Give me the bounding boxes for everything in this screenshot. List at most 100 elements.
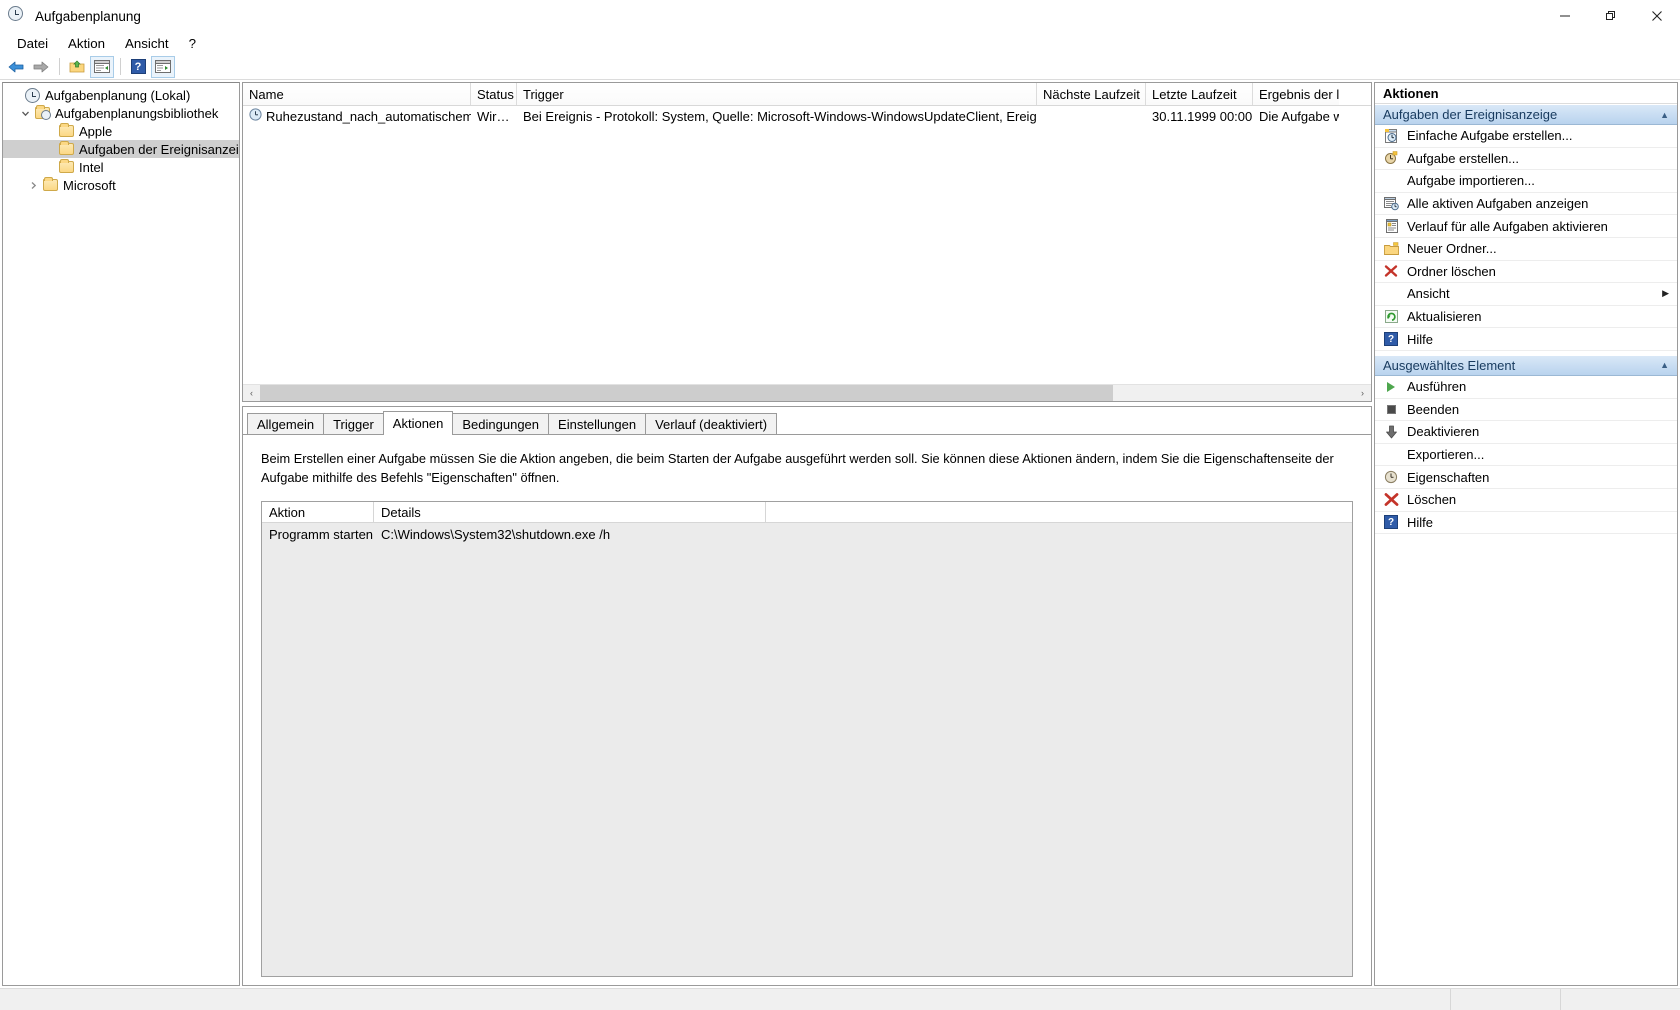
tree-node-microsoft[interactable]: Microsoft	[3, 176, 239, 194]
tree-node-apple[interactable]: Apple	[3, 122, 239, 140]
action-deaktivieren[interactable]: Deaktivieren	[1375, 421, 1677, 444]
scroll-thumb[interactable]	[260, 384, 1114, 401]
actions-table-rows: Programm starten C:\Windows\System32\shu…	[262, 523, 1352, 976]
action-label: Neuer Ordner...	[1407, 241, 1497, 257]
toolbar-separator-2	[120, 58, 121, 75]
action-label: Verlauf für alle Aufgaben aktivieren	[1407, 218, 1608, 234]
tree-node-label: Aufgabenplanung (Lokal)	[45, 87, 191, 103]
show-action-pane-icon[interactable]	[151, 55, 175, 78]
collapse-caret-icon[interactable]: ▲	[1660, 360, 1669, 370]
display-running-tasks-icon	[1381, 195, 1401, 213]
end-icon	[1381, 400, 1401, 418]
action-label: Löschen	[1407, 492, 1457, 508]
action-hilfe-selected[interactable]: ? Hilfe	[1375, 512, 1677, 535]
column-header-status[interactable]: Status	[471, 83, 517, 105]
chevron-right-icon[interactable]	[25, 177, 41, 193]
cell-next-run	[1037, 106, 1146, 126]
column-header-aktion[interactable]: Aktion	[262, 502, 374, 523]
tab-label: Trigger	[333, 416, 374, 432]
tab-trigger[interactable]: Trigger	[323, 413, 384, 434]
tab-aktionen[interactable]: Aktionen	[382, 411, 454, 435]
enable-history-icon	[1381, 217, 1401, 235]
tab-allgemein[interactable]: Allgemein	[247, 413, 325, 434]
actions-pane: Aktionen Aufgaben der Ereignisanzeige ▲	[1374, 82, 1678, 986]
action-label: Deaktivieren	[1407, 424, 1480, 440]
task-scheduler-window: Aufgabenplanung Datei Aktion Ansicht ? ?…	[0, 0, 1680, 1010]
tree-node-aufgaben-der-ereignisanzeige[interactable]: Aufgaben der Ereignisanzeige	[3, 140, 239, 158]
tab-label: Bedingungen	[462, 416, 540, 432]
run-icon	[1381, 378, 1401, 396]
help-icon: ?	[1381, 513, 1401, 531]
scroll-left-arrow-icon[interactable]: ‹	[243, 384, 260, 401]
main-body: Aufgabenplanung (Lokal) Aufgabenplanungs…	[0, 80, 1680, 988]
action-ausfuehren[interactable]: Ausführen	[1375, 376, 1677, 399]
tree-node-intel[interactable]: Intel	[3, 158, 239, 176]
column-header-last-result[interactable]: Ergebnis der let	[1253, 83, 1339, 105]
table-row[interactable]: Ruhezustand_nach_automatischem_Up… Wir… …	[243, 106, 1371, 126]
actions-table: Aktion Details Programm starten C:\Windo…	[261, 501, 1353, 977]
disable-icon	[1381, 423, 1401, 441]
action-ordner-loeschen[interactable]: Ordner löschen	[1375, 261, 1677, 284]
tree-twisty	[7, 87, 23, 103]
task-list-horizontal-scrollbar[interactable]: ‹ ›	[243, 384, 1371, 401]
detail-tabs: Allgemein Trigger Aktionen Bedingungen E…	[243, 411, 1371, 435]
show-console-tree-icon[interactable]	[90, 55, 114, 78]
back-arrow-icon[interactable]	[4, 56, 28, 78]
tab-einstellungen[interactable]: Einstellungen	[548, 413, 647, 434]
scroll-right-arrow-icon[interactable]: ›	[1354, 384, 1371, 401]
menu-aktion[interactable]: Aktion	[58, 34, 115, 53]
tree-twisty	[41, 123, 57, 139]
actions-group-label: Aufgaben der Ereignisanzeige	[1383, 107, 1558, 122]
cell-status: Wir…	[477, 108, 510, 124]
column-header-last-run[interactable]: Letzte Laufzeit	[1146, 83, 1253, 105]
action-eigenschaften[interactable]: Eigenschaften	[1375, 466, 1677, 489]
clock-icon	[23, 87, 41, 103]
action-ansicht[interactable]: Ansicht ▶	[1375, 283, 1677, 306]
column-header-next-run[interactable]: Nächste Laufzeit	[1037, 83, 1146, 105]
maximize-restore-button[interactable]	[1588, 0, 1634, 32]
action-exportieren[interactable]: Exportieren...	[1375, 444, 1677, 467]
action-label: Exportieren...	[1407, 447, 1485, 463]
action-verlauf-fuer-alle-aufgaben-aktivieren[interactable]: Verlauf für alle Aufgaben aktivieren	[1375, 215, 1677, 238]
column-header-details[interactable]: Details	[374, 502, 766, 523]
column-header-extra[interactable]	[766, 502, 1352, 522]
minimize-button[interactable]	[1542, 0, 1588, 32]
action-alle-aktiven-aufgaben-anzeigen[interactable]: Alle aktiven Aufgaben anzeigen	[1375, 193, 1677, 216]
up-folder-icon[interactable]	[65, 56, 89, 78]
tree-node-aufgabenplanung-lokal[interactable]: Aufgabenplanung (Lokal)	[3, 86, 239, 104]
action-loeschen[interactable]: Löschen	[1375, 489, 1677, 512]
actions-group-header-selected-item[interactable]: Ausgewähltes Element ▲	[1375, 354, 1677, 376]
collapse-caret-icon[interactable]: ▲	[1660, 110, 1669, 120]
submenu-caret-icon[interactable]: ▶	[1662, 288, 1669, 299]
column-header-trigger[interactable]: Trigger	[517, 83, 1037, 105]
action-label: Eigenschaften	[1407, 469, 1490, 485]
app-clock-icon	[8, 6, 28, 26]
action-aufgabe-importieren[interactable]: Aufgabe importieren...	[1375, 170, 1677, 193]
table-row[interactable]: Programm starten C:\Windows\System32\shu…	[262, 523, 1352, 546]
actions-group-label: Ausgewähltes Element	[1383, 357, 1516, 373]
action-neuer-ordner[interactable]: Neuer Ordner...	[1375, 238, 1677, 261]
tab-verlauf[interactable]: Verlauf (deaktiviert)	[645, 413, 778, 434]
folder-icon	[41, 177, 59, 193]
forward-arrow-icon[interactable]	[29, 56, 53, 78]
menu-datei[interactable]: Datei	[7, 34, 58, 53]
cell-last-result: Die Aufgabe wu	[1259, 108, 1339, 124]
action-hilfe-folder[interactable]: ? Hilfe	[1375, 328, 1677, 351]
action-aktualisieren[interactable]: Aktualisieren	[1375, 306, 1677, 329]
action-beenden[interactable]: Beenden	[1375, 399, 1677, 422]
chevron-down-icon[interactable]	[17, 105, 33, 121]
menu-ansicht[interactable]: Ansicht	[115, 34, 179, 53]
close-button[interactable]	[1634, 0, 1680, 32]
help-icon[interactable]: ?	[126, 56, 150, 78]
tab-bedingungen[interactable]: Bedingungen	[452, 413, 550, 434]
action-aufgabe-erstellen[interactable]: Aufgabe erstellen...	[1375, 148, 1677, 171]
folder-clock-icon	[33, 105, 51, 121]
actions-group-header-folder[interactable]: Aufgaben der Ereignisanzeige ▲	[1375, 104, 1677, 125]
status-bar-cell-1	[1450, 989, 1560, 1010]
action-einfache-aufgabe-erstellen[interactable]: Einfache Aufgabe erstellen...	[1375, 125, 1677, 148]
refresh-icon	[1381, 308, 1401, 326]
column-header-name[interactable]: Name	[243, 83, 471, 105]
menu-help[interactable]: ?	[179, 34, 206, 53]
tree-node-aufgabenplanungsbibliothek[interactable]: Aufgabenplanungsbibliothek	[3, 104, 239, 122]
scroll-track[interactable]	[260, 384, 1354, 401]
